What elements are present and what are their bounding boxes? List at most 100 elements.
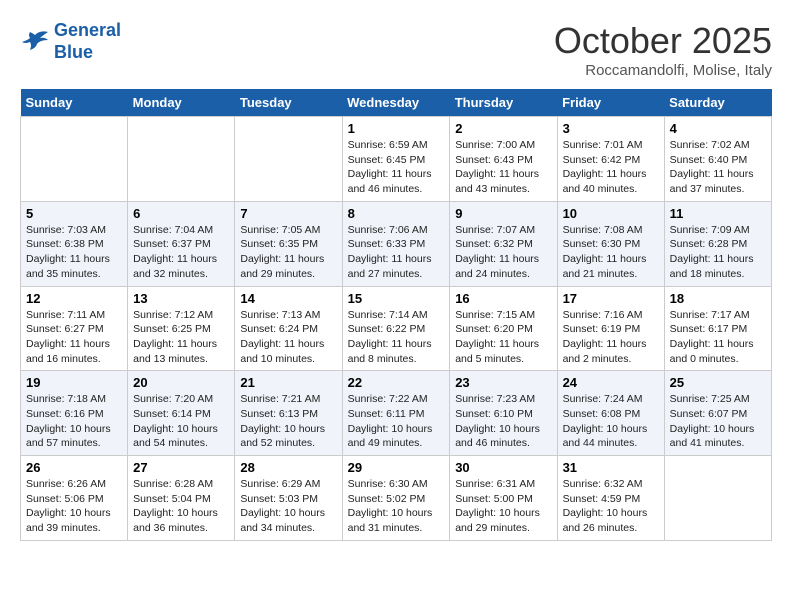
day-number: 23	[455, 375, 551, 390]
day-info: Sunrise: 7:04 AM Sunset: 6:37 PM Dayligh…	[133, 223, 229, 282]
calendar-cell	[128, 117, 235, 202]
calendar-cell: 9 Sunrise: 7:07 AM Sunset: 6:32 PM Daylig…	[450, 201, 557, 286]
day-info: Sunrise: 7:07 AM Sunset: 6:32 PM Dayligh…	[455, 223, 551, 282]
day-number: 26	[26, 460, 122, 475]
day-number: 2	[455, 121, 551, 136]
location: Roccamandolfi, Molise, Italy	[554, 62, 772, 79]
calendar-cell: 14Sunrise: 7:13 AM Sunset: 6:24 PM Dayli…	[235, 286, 342, 371]
day-number: 25	[670, 375, 766, 390]
calendar-cell: 21 Sunrise: 7:21 AM Sunset: 6:13 PM Dayli…	[235, 371, 342, 456]
day-info: Sunrise: 7:03 AM Sunset: 6:38 PM Dayligh…	[26, 223, 122, 282]
calendar-cell: 4 Sunrise: 7:02 AM Sunset: 6:40 PM Daylig…	[664, 117, 771, 202]
logo: General Blue	[20, 20, 121, 63]
calendar-cell: 27 Sunrise: 6:28 AM Sunset: 5:04 PM Dayli…	[128, 456, 235, 541]
calendar-cell: 16 Sunrise: 7:15 AM Sunset: 6:20 PM Dayli…	[450, 286, 557, 371]
day-info: Sunrise: 7:25 AM Sunset: 6:07 PM Dayligh…	[670, 392, 766, 451]
month-title: October 2025	[554, 20, 772, 62]
day-info: Sunrise: 6:31 AM Sunset: 5:00 PM Dayligh…	[455, 477, 551, 536]
calendar-cell: 13Sunrise: 7:12 AM Sunset: 6:25 PM Dayli…	[128, 286, 235, 371]
calendar-cell	[664, 456, 771, 541]
day-info: Sunrise: 7:05 AM Sunset: 6:35 PM Dayligh…	[240, 223, 336, 282]
day-info: Sunrise: 6:32 AM Sunset: 4:59 PM Dayligh…	[563, 477, 659, 536]
calendar-cell: 5 Sunrise: 7:03 AM Sunset: 6:38 PM Daylig…	[21, 201, 128, 286]
day-number: 10	[563, 206, 659, 221]
title-block: October 2025 Roccamandolfi, Molise, Ital…	[554, 20, 772, 79]
day-number: 12	[26, 291, 122, 306]
day-info: Sunrise: 7:11 AM Sunset: 6:27 PM Dayligh…	[26, 308, 122, 367]
calendar-cell: 26 Sunrise: 6:26 AM Sunset: 5:06 PM Dayli…	[21, 456, 128, 541]
calendar-cell: 25 Sunrise: 7:25 AM Sunset: 6:07 PM Dayli…	[664, 371, 771, 456]
day-info: Sunrise: 6:59 AM Sunset: 6:45 PM Dayligh…	[348, 138, 445, 197]
day-info: Sunrise: 7:24 AM Sunset: 6:08 PM Dayligh…	[563, 392, 659, 451]
calendar-cell: 7 Sunrise: 7:05 AM Sunset: 6:35 PM Daylig…	[235, 201, 342, 286]
day-number: 1	[348, 121, 445, 136]
calendar-cell: 11 Sunrise: 7:09 AM Sunset: 6:28 PM Dayli…	[664, 201, 771, 286]
day-info: Sunrise: 7:16 AM Sunset: 6:19 PM Dayligh…	[563, 308, 659, 367]
day-info: Sunrise: 7:23 AM Sunset: 6:10 PM Dayligh…	[455, 392, 551, 451]
calendar-cell: 30Sunrise: 6:31 AM Sunset: 5:00 PM Dayli…	[450, 456, 557, 541]
day-number: 21	[240, 375, 336, 390]
day-number: 14	[240, 291, 336, 306]
day-number: 19	[26, 375, 122, 390]
day-number: 29	[348, 460, 445, 475]
calendar-cell: 8 Sunrise: 7:06 AM Sunset: 6:33 PM Daylig…	[342, 201, 450, 286]
weekday-header: Monday	[128, 89, 235, 117]
day-number: 15	[348, 291, 445, 306]
weekday-header: Tuesday	[235, 89, 342, 117]
day-info: Sunrise: 7:15 AM Sunset: 6:20 PM Dayligh…	[455, 308, 551, 367]
weekday-header: Saturday	[664, 89, 771, 117]
logo-text: General Blue	[54, 20, 121, 63]
calendar-week-row: 19 Sunrise: 7:18 AM Sunset: 6:16 PM Dayli…	[21, 371, 772, 456]
day-number: 8	[348, 206, 445, 221]
day-info: Sunrise: 7:02 AM Sunset: 6:40 PM Dayligh…	[670, 138, 766, 197]
calendar-cell: 10 Sunrise: 7:08 AM Sunset: 6:30 PM Dayli…	[557, 201, 664, 286]
day-number: 28	[240, 460, 336, 475]
day-number: 24	[563, 375, 659, 390]
day-info: Sunrise: 7:09 AM Sunset: 6:28 PM Dayligh…	[670, 223, 766, 282]
calendar-cell	[21, 117, 128, 202]
day-info: Sunrise: 6:26 AM Sunset: 5:06 PM Dayligh…	[26, 477, 122, 536]
day-info: Sunrise: 7:18 AM Sunset: 6:16 PM Dayligh…	[26, 392, 122, 451]
day-info: Sunrise: 7:21 AM Sunset: 6:13 PM Dayligh…	[240, 392, 336, 451]
day-number: 4	[670, 121, 766, 136]
calendar-cell: 29 Sunrise: 6:30 AM Sunset: 5:02 PM Dayli…	[342, 456, 450, 541]
calendar-cell: 20Sunrise: 7:20 AM Sunset: 6:14 PM Dayli…	[128, 371, 235, 456]
weekday-header: Sunday	[21, 89, 128, 117]
day-number: 18	[670, 291, 766, 306]
day-number: 7	[240, 206, 336, 221]
day-info: Sunrise: 7:06 AM Sunset: 6:33 PM Dayligh…	[348, 223, 445, 282]
calendar-week-row: 26 Sunrise: 6:26 AM Sunset: 5:06 PM Dayli…	[21, 456, 772, 541]
day-number: 9	[455, 206, 551, 221]
calendar-cell: 2 Sunrise: 7:00 AM Sunset: 6:43 PM Daylig…	[450, 117, 557, 202]
calendar-cell: 1 Sunrise: 6:59 AM Sunset: 6:45 PM Daylig…	[342, 117, 450, 202]
day-number: 13	[133, 291, 229, 306]
page-header: General Blue October 2025 Roccamandolfi,…	[20, 20, 772, 79]
day-number: 5	[26, 206, 122, 221]
weekday-header: Thursday	[450, 89, 557, 117]
calendar-cell: 31Sunrise: 6:32 AM Sunset: 4:59 PM Dayli…	[557, 456, 664, 541]
calendar-table: SundayMondayTuesdayWednesdayThursdayFrid…	[20, 89, 772, 541]
calendar-cell: 12 Sunrise: 7:11 AM Sunset: 6:27 PM Dayli…	[21, 286, 128, 371]
calendar-week-row: 12 Sunrise: 7:11 AM Sunset: 6:27 PM Dayli…	[21, 286, 772, 371]
day-number: 22	[348, 375, 445, 390]
weekday-header: Friday	[557, 89, 664, 117]
calendar-cell: 15Sunrise: 7:14 AM Sunset: 6:22 PM Dayli…	[342, 286, 450, 371]
day-info: Sunrise: 7:17 AM Sunset: 6:17 PM Dayligh…	[670, 308, 766, 367]
weekday-header-row: SundayMondayTuesdayWednesdayThursdayFrid…	[21, 89, 772, 117]
day-info: Sunrise: 6:28 AM Sunset: 5:04 PM Dayligh…	[133, 477, 229, 536]
day-info: Sunrise: 7:00 AM Sunset: 6:43 PM Dayligh…	[455, 138, 551, 197]
calendar-cell: 17 Sunrise: 7:16 AM Sunset: 6:19 PM Dayli…	[557, 286, 664, 371]
day-info: Sunrise: 6:30 AM Sunset: 5:02 PM Dayligh…	[348, 477, 445, 536]
day-number: 17	[563, 291, 659, 306]
calendar-cell	[235, 117, 342, 202]
day-info: Sunrise: 7:01 AM Sunset: 6:42 PM Dayligh…	[563, 138, 659, 197]
calendar-cell: 19 Sunrise: 7:18 AM Sunset: 6:16 PM Dayli…	[21, 371, 128, 456]
calendar-cell: 18 Sunrise: 7:17 AM Sunset: 6:17 PM Dayli…	[664, 286, 771, 371]
day-number: 11	[670, 206, 766, 221]
calendar-week-row: 1 Sunrise: 6:59 AM Sunset: 6:45 PM Daylig…	[21, 117, 772, 202]
day-info: Sunrise: 7:08 AM Sunset: 6:30 PM Dayligh…	[563, 223, 659, 282]
day-number: 27	[133, 460, 229, 475]
day-number: 3	[563, 121, 659, 136]
day-number: 16	[455, 291, 551, 306]
calendar-cell: 3 Sunrise: 7:01 AM Sunset: 6:42 PM Daylig…	[557, 117, 664, 202]
